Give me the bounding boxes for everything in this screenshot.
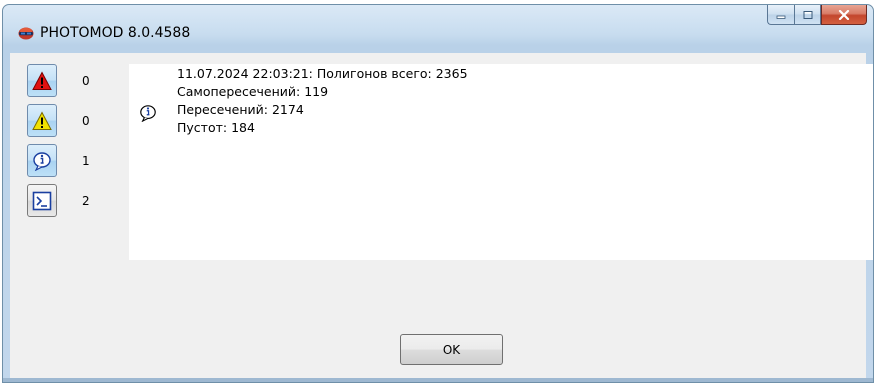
warning-triangle-icon [32,111,52,130]
log-entry-text: 11.07.2024 22:03:21: Полигонов всего: 23… [177,65,468,137]
dialog-client-area: 0 0 1 2 11.07.2024 22:03:21: Полигонов в… [10,53,873,378]
info-icon [140,105,156,122]
info-filter-button[interactable] [27,144,57,177]
error-triangle-icon [32,71,52,90]
message-log[interactable]: 11.07.2024 22:03:21: Полигонов всего: 23… [129,64,873,260]
error-count: 0 [82,74,90,88]
error-filter-button[interactable] [27,64,57,97]
log-line-intersections: Пересечений: 2174 [177,102,304,117]
warning-count: 0 [82,114,90,128]
log-line-summary: 11.07.2024 22:03:21: Полигонов всего: 23… [177,66,468,81]
console-icon [32,191,52,210]
photomod-logo-icon [18,27,34,40]
window-bottom-border [3,378,873,382]
console-count: 2 [82,194,90,208]
maximize-icon [803,10,812,19]
close-button[interactable] [821,5,867,25]
maximize-button[interactable] [794,5,821,25]
info-icon [33,151,51,171]
caption-buttons [767,5,867,25]
close-icon [838,9,850,20]
console-filter-button[interactable] [27,184,57,217]
ok-button[interactable]: OK [400,334,503,365]
log-line-self-intersections: Самопересечений: 119 [177,84,329,99]
title-bar[interactable]: PHOTOMOD 8.0.4588 [3,5,873,53]
log-line-voids: Пустот: 184 [177,120,255,135]
minimize-button[interactable] [767,5,794,25]
info-count: 1 [82,154,90,168]
dialog-window: PHOTOMOD 8.0.4588 0 0 1 2 11.07.2024 22:… [2,4,874,383]
minimize-icon [776,15,786,19]
warning-filter-button[interactable] [27,104,57,137]
window-title: PHOTOMOD 8.0.4588 [40,25,191,41]
